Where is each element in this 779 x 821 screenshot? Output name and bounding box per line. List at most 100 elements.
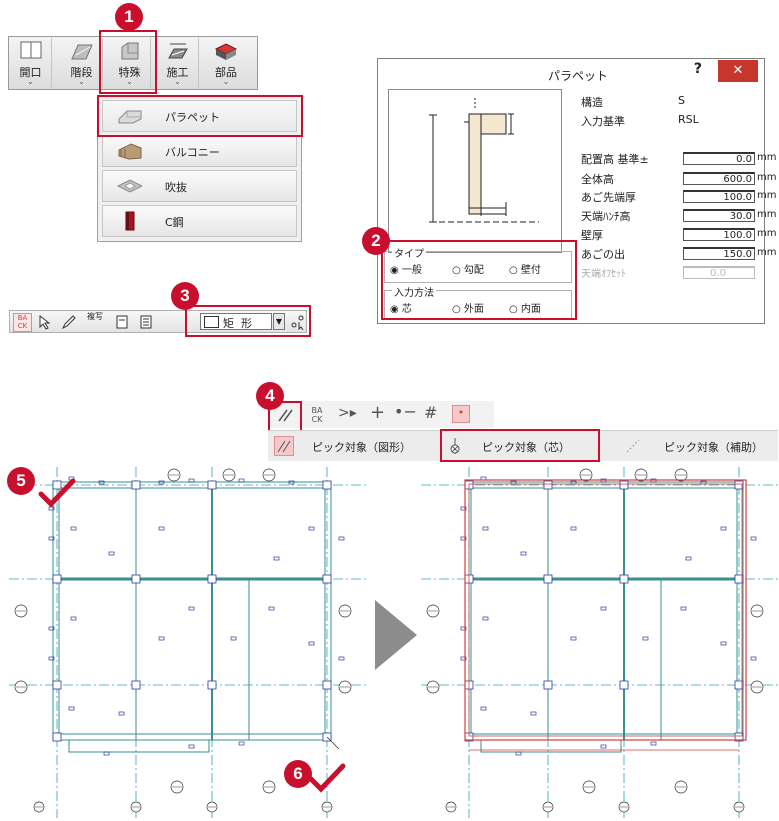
dialog-titlebar: パラペット ? ✕	[378, 59, 764, 89]
batch-icon[interactable]: BA CK	[13, 313, 32, 332]
column	[619, 574, 629, 584]
input-basis-value: RSL	[678, 113, 699, 126]
pick-option-auxiliary[interactable]: ピック対象（補助）	[664, 439, 763, 455]
pencil-icon[interactable]	[61, 314, 77, 330]
column-marker	[70, 616, 77, 621]
column-marker	[642, 636, 649, 641]
column	[131, 480, 141, 490]
plan-after-input[interactable]	[421, 467, 779, 818]
arrow-extend-icon[interactable]: >▸	[338, 405, 357, 421]
field-label: あごの出	[581, 248, 625, 261]
lower-extension	[68, 739, 210, 753]
jaw-tip-thickness-input[interactable]: 100.0	[683, 190, 755, 203]
pick-option-figure[interactable]: ピック対象（図形）	[312, 439, 411, 455]
unit-label: mm	[757, 152, 777, 163]
top-offset-input: 0.0	[683, 266, 755, 279]
inner-wall	[58, 487, 326, 735]
column-marker	[750, 656, 757, 661]
column-marker	[685, 556, 692, 561]
menu-item-label: 吹抜	[165, 181, 187, 194]
column	[131, 680, 141, 690]
construction-button[interactable]: 施工 ⌄	[157, 38, 199, 88]
step-badge-3: 3	[171, 282, 199, 310]
column-marker	[720, 526, 727, 531]
chevron-down-icon: ⌄	[27, 77, 34, 86]
parapet-section-diagram	[429, 98, 539, 223]
floor-plan-canvas[interactable]	[421, 467, 779, 818]
column	[52, 732, 62, 742]
column-marker	[70, 526, 77, 531]
column	[543, 574, 553, 584]
column	[52, 680, 62, 690]
column-marker	[68, 706, 75, 711]
pick-auxiliary-icon	[626, 439, 640, 453]
multi-copy-icon[interactable]: 複写	[84, 312, 106, 330]
column-marker	[650, 741, 657, 746]
column-marker	[118, 711, 125, 716]
column	[619, 480, 629, 490]
atrium-icon	[117, 179, 143, 193]
multi-copy-label: 複写	[87, 312, 103, 321]
pointer-icon[interactable]	[37, 314, 53, 330]
construction-icon	[168, 43, 188, 59]
help-icon[interactable]: ?	[694, 61, 702, 77]
placement-height-input[interactable]: 0.0	[683, 152, 755, 165]
column	[543, 480, 553, 490]
menu-item-balcony[interactable]: バルコニー	[102, 135, 297, 167]
stairs-button[interactable]: 階段 ⌄	[61, 38, 103, 88]
cross-icon[interactable]: +	[370, 402, 385, 423]
unit-label: mm	[757, 209, 777, 220]
column-marker	[680, 606, 687, 611]
unit-label: mm	[757, 190, 777, 201]
wall-thickness-input[interactable]: 100.0	[683, 228, 755, 241]
grid-icon[interactable]: #	[424, 403, 437, 422]
field-label: 天端ﾊﾝﾁ高	[581, 210, 631, 223]
column-marker	[570, 636, 577, 641]
menu-item-label: C鋼	[165, 216, 184, 229]
column-marker	[482, 526, 489, 531]
column-marker	[158, 526, 165, 531]
input-basis-label: 入力基準	[581, 115, 625, 128]
menu-item-atrium[interactable]: 吹抜	[102, 170, 297, 202]
column	[322, 480, 332, 490]
parapet-highlight	[97, 95, 303, 137]
step-badge-4: 4	[256, 382, 284, 410]
batch-icon[interactable]: BA CK	[308, 406, 326, 424]
step2-highlight	[381, 240, 577, 320]
column-marker	[600, 744, 607, 749]
jaw-projection-input[interactable]: 150.0	[683, 247, 755, 260]
column-marker	[720, 641, 727, 646]
column	[131, 574, 141, 584]
cursor-line	[326, 736, 340, 750]
column-marker	[108, 551, 115, 556]
column-marker	[273, 556, 280, 561]
play-triangle-icon	[375, 600, 417, 670]
chevron-down-icon: ⌄	[222, 77, 230, 86]
column	[52, 574, 62, 584]
endpoint-icon[interactable]: •−	[394, 402, 417, 421]
column-marker	[158, 636, 165, 641]
column-marker	[480, 706, 487, 711]
field-label: 全体高	[581, 173, 614, 186]
column-marker	[750, 536, 757, 541]
point-icon[interactable]: •	[452, 405, 470, 423]
checkmark-icon	[308, 763, 346, 793]
structure-label: 構造	[581, 96, 603, 109]
column-marker	[188, 606, 195, 611]
column	[322, 680, 332, 690]
column-marker	[308, 641, 315, 646]
menu-item-c-steel[interactable]: C鋼	[102, 205, 297, 237]
document-icon[interactable]	[114, 314, 130, 330]
column-marker	[230, 636, 237, 641]
column-marker	[520, 551, 527, 556]
column-marker	[308, 526, 315, 531]
top-haunch-height-input[interactable]: 30.0	[683, 209, 755, 222]
close-button[interactable]: ✕	[718, 60, 758, 82]
parts-button[interactable]: 部品 ⌄	[205, 38, 247, 88]
list-icon[interactable]	[138, 314, 154, 330]
step-badge-6: 6	[284, 760, 312, 788]
column	[543, 680, 553, 690]
field-label: 配置高 基準±	[581, 153, 649, 166]
total-height-input[interactable]: 600.0	[683, 172, 755, 185]
opening-button[interactable]: 開口 ⌄	[10, 38, 52, 88]
